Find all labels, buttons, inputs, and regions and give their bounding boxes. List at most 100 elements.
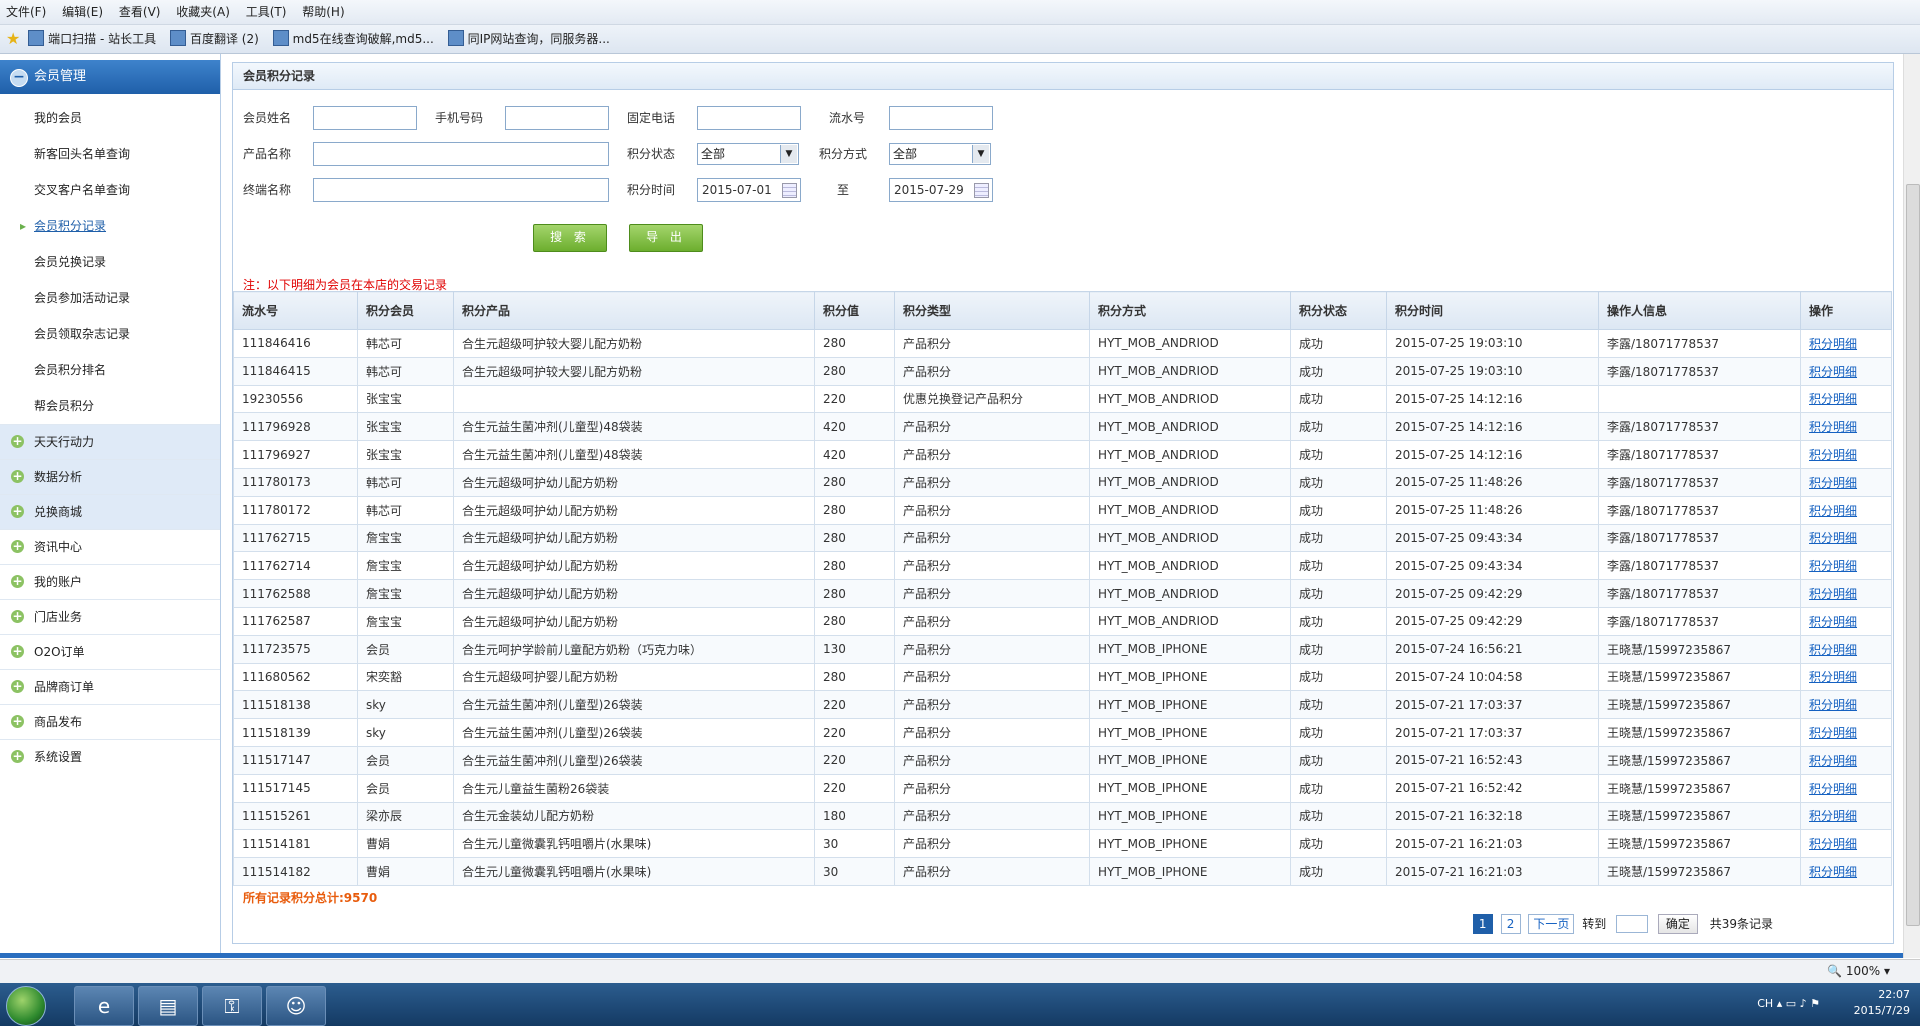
table-cell: 111762588 [233,579,358,608]
page-2-button[interactable]: 2 [1500,914,1521,934]
menu-help[interactable]: 帮助(H) [296,0,350,24]
points-detail-link[interactable]: 积分明细 [1800,329,1892,358]
table-cell: HYT_MOB_ANDRIOD [1089,495,1291,525]
points-detail-link[interactable]: 积分明细 [1800,523,1892,553]
sidebar-group-o2o[interactable]: + O2O订单 [0,634,220,669]
taskbar-ie-button[interactable]: e [74,986,134,1026]
serial-input[interactable] [889,106,993,130]
fav-link-portscan[interactable]: 端口扫描 - 站长工具 [28,25,156,53]
menu-file[interactable]: 文件(F) [0,0,52,24]
points-detail-link[interactable]: 积分明细 [1800,829,1892,859]
sidebar-item-magazine[interactable]: 会员领取杂志记录 [0,316,220,352]
zoom-level[interactable]: 🔍 100% ▾ [1827,964,1890,978]
points-detail-link[interactable]: 积分明细 [1800,579,1892,608]
system-tray-icons[interactable]: CH ▴ ▭ ♪ ⚑ [1757,997,1820,1010]
sidebar-group-news[interactable]: + 资讯中心 [0,529,220,564]
product-input[interactable] [313,142,609,166]
table-cell: 产品积分 [894,801,1090,831]
table-cell: 成功 [1290,634,1387,664]
points-detail-link[interactable]: 积分明细 [1800,412,1892,442]
points-detail-link[interactable]: 积分明细 [1800,690,1892,720]
member-name-input[interactable] [313,106,417,130]
sidebar-item-activity[interactable]: 会员参加活动记录 [0,280,220,316]
table-cell: 李露/18071778537 [1598,440,1801,469]
sidebar-item-ranking[interactable]: 会员积分排名 [0,352,220,388]
table-cell: 111514181 [233,829,358,859]
points-detail-link[interactable]: 积分明细 [1800,801,1892,831]
table-cell: 合生元益生菌冲剂(儿童型)26袋装 [453,690,815,720]
points-detail-link[interactable]: 积分明细 [1800,606,1892,636]
sidebar-group-settings[interactable]: + 系统设置 [0,739,220,774]
points-detail-link[interactable]: 积分明细 [1800,467,1892,497]
table-cell: 韩芯可 [357,356,454,386]
scroll-thumb[interactable] [1906,184,1920,926]
sidebar-item-returning[interactable]: 新客回头名单查询 [0,136,220,172]
points-detail-link[interactable]: 积分明细 [1800,662,1892,692]
calendar-icon[interactable] [974,183,989,198]
mobile-input[interactable] [505,106,609,130]
clock[interactable]: 22:07 2015/7/29 [1854,987,1910,1019]
page-1-button[interactable]: 1 [1472,914,1493,934]
next-page-button[interactable]: 下一页 [1528,914,1575,934]
table-row: 111518138 sky 合生元益生菌冲剂(儿童型)26袋装 220 产品积分 HYT_… [233,690,1892,720]
input-language[interactable]: CH [1757,997,1773,1010]
sidebar-group-action[interactable]: + 天天行动力 [0,424,220,459]
menu-favorites[interactable]: 收藏夹(A) [170,0,236,24]
sidebar-group-mall[interactable]: + 兑换商城 [0,494,220,529]
taskbar-explorer-button[interactable]: ▤ [138,986,198,1026]
menu-view[interactable]: 查看(V) [113,0,167,24]
table-row: 111514181 曹娟 合生元儿童微囊乳钙咀嚼片(水果味) 30 产品积分 HYT_MO… [233,829,1892,859]
menu-edit[interactable]: 编辑(E) [56,0,109,24]
points-detail-link[interactable]: 积分明细 [1800,551,1892,581]
table-cell: sky [357,718,454,747]
sidebar-group-analysis[interactable]: + 数据分析 [0,459,220,494]
points-detail-link[interactable]: 积分明细 [1800,634,1892,664]
points-detail-link[interactable]: 积分明细 [1800,356,1892,386]
sidebar: − 会员管理 我的会员 新客回头名单查询 交叉客户名单查询 会员积分记录 会员兑… [0,54,221,954]
table-cell: 2015-07-25 14:12:16 [1386,440,1599,469]
date-from-input[interactable]: 2015-07-01 [697,178,801,202]
sidebar-section-member[interactable]: − 会员管理 [0,60,220,94]
taskbar-app-button[interactable]: ☺ [266,986,326,1026]
date-to-input[interactable]: 2015-07-29 [889,178,993,202]
favorites-star-icon[interactable]: ★ [6,29,20,48]
plus-icon: + [11,469,24,483]
points-detail-link[interactable]: 积分明细 [1800,745,1892,775]
export-button[interactable]: 导 出 [629,224,703,252]
sidebar-item-add-points[interactable]: 帮会员积分 [0,388,220,424]
terminal-input[interactable] [313,178,609,202]
fav-link-baidu[interactable]: 百度翻译 (2) [169,25,259,53]
points-detail-link[interactable]: 积分明细 [1800,773,1892,803]
sidebar-group-store[interactable]: + 门店业务 [0,599,220,634]
phone-input[interactable] [697,106,801,130]
points-detail-link[interactable]: 积分明细 [1800,440,1892,469]
method-select[interactable]: 全部 ▼ [889,143,991,165]
goto-confirm-button[interactable]: 确定 [1657,914,1698,934]
vertical-scrollbar[interactable] [1903,54,1920,958]
menu-tools[interactable]: 工具(T) [240,0,293,24]
sidebar-item-exchange[interactable]: 会员兑换记录 [0,244,220,280]
calendar-icon[interactable] [782,183,797,198]
col-method: 积分方式 [1089,291,1291,330]
sidebar-item-my-members[interactable]: 我的会员 [0,100,220,136]
status-select[interactable]: 全部 ▼ [697,143,799,165]
goto-page-input[interactable] [1616,915,1649,933]
fav-link-md5[interactable]: md5在线查询破解,md5... [272,25,434,53]
fav-link-sameip[interactable]: 同IP网站查询，同服务器... [447,25,610,53]
search-button[interactable]: 搜 索 [533,224,607,252]
points-detail-link[interactable]: 积分明细 [1800,857,1892,886]
start-button[interactable] [6,986,46,1026]
sidebar-item-cross[interactable]: 交叉客户名单查询 [0,172,220,208]
table-row: 111762714 詹宝宝 合生元超级呵护幼儿配方奶粉 280 产品积分 HYT_MOB_… [233,551,1892,581]
sidebar-group-brand-orders[interactable]: + 品牌商订单 [0,669,220,704]
taskbar-key-button[interactable]: ⚿ [202,986,262,1026]
sidebar-item-points-record[interactable]: 会员积分记录 [0,208,220,244]
points-detail-link[interactable]: 积分明细 [1800,495,1892,525]
table-cell: 111846416 [233,329,358,358]
plus-icon: + [11,434,24,448]
points-detail-link[interactable]: 积分明细 [1800,384,1892,414]
sidebar-group-account[interactable]: + 我的账户 [0,564,220,599]
sidebar-group-publish[interactable]: + 商品发布 [0,704,220,739]
plus-icon: + [11,504,24,518]
points-detail-link[interactable]: 积分明细 [1800,718,1892,747]
